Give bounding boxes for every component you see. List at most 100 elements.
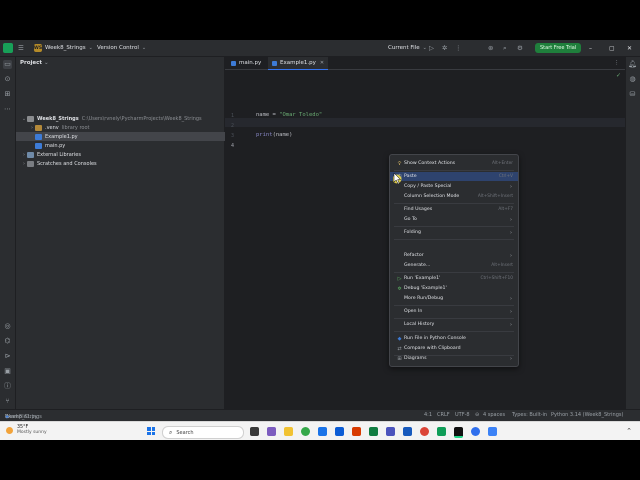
store-icon[interactable] bbox=[318, 427, 327, 436]
lock-icon[interactable]: ⊖ bbox=[475, 412, 479, 418]
menu-item-generate[interactable]: Generate... Alt+Insert bbox=[390, 261, 518, 270]
folder-icon bbox=[35, 124, 42, 131]
caret-position[interactable]: 4:1 bbox=[424, 412, 432, 418]
debug-icon[interactable]: ✲ bbox=[442, 40, 447, 56]
menu-item-label: Debug 'Example1' bbox=[404, 286, 447, 291]
maximize-icon[interactable]: ▢ bbox=[609, 40, 615, 56]
excel-icon[interactable] bbox=[369, 427, 378, 436]
status-bar: ▭ Week8_Strings › ◆ Example1.py 4:1 CRLF… bbox=[0, 409, 640, 421]
chevron-down-icon: ⌄ bbox=[422, 45, 427, 51]
taskbar-search[interactable]: ⌕ Search bbox=[162, 426, 244, 439]
python-console-icon[interactable]: ⌬ bbox=[3, 337, 12, 346]
project-widget[interactable]: WS Week8_Strings ⌄ bbox=[34, 40, 93, 56]
line-separator[interactable]: CRLF bbox=[437, 412, 450, 418]
menu-item-find-usages[interactable]: Find Usages Alt+F7 bbox=[390, 205, 518, 214]
run-icon[interactable]: ▷ bbox=[429, 40, 434, 56]
word-icon[interactable] bbox=[403, 427, 412, 436]
menu-item-go-to[interactable]: Go To › bbox=[390, 215, 518, 224]
menu-item-shortcut: Alt+Shift+Insert bbox=[477, 194, 513, 199]
terminal-icon[interactable]: ▣ bbox=[3, 367, 12, 376]
project-panel-header[interactable]: Project ⌄ bbox=[20, 60, 49, 66]
file-explorer-icon[interactable] bbox=[284, 427, 293, 436]
code-token: name = bbox=[256, 112, 280, 118]
menu-item-local-history[interactable]: Local History › bbox=[390, 320, 518, 329]
menu-item-run-in-python-console[interactable]: ◆ Run File in Python Console bbox=[390, 334, 518, 343]
minimize-icon[interactable]: – bbox=[589, 40, 592, 56]
app-icon[interactable] bbox=[488, 427, 497, 436]
search-icon[interactable]: ⌕ bbox=[503, 40, 507, 56]
inspection-ok-icon[interactable]: ✓ bbox=[616, 72, 621, 79]
notifications-icon[interactable]: 🔔︎ bbox=[628, 60, 637, 69]
tree-item-root[interactable]: ⌄ Week8_Strings C:\Users\rvnely\PycharmP… bbox=[16, 114, 229, 123]
structure-tool-icon[interactable]: ⊞ bbox=[3, 90, 12, 99]
tree-item-example1[interactable]: Example1.py bbox=[16, 132, 243, 141]
services-icon[interactable]: ⊳ bbox=[3, 352, 12, 361]
chrome-icon[interactable] bbox=[420, 427, 429, 436]
tree-item-external-libraries[interactable]: › External Libraries bbox=[16, 150, 229, 159]
task-view-icon[interactable] bbox=[250, 427, 259, 436]
copilot-icon[interactable] bbox=[267, 427, 276, 436]
tab-main-py[interactable]: main.py bbox=[227, 57, 265, 69]
python-packages-icon[interactable]: ◎ bbox=[3, 322, 12, 331]
sheets-icon[interactable] bbox=[437, 427, 446, 436]
edge-icon[interactable] bbox=[301, 427, 310, 436]
menu-item-copy-paste-special[interactable]: Copy / Paste Special › bbox=[390, 182, 518, 191]
menu-item-refactor[interactable]: Refactor › bbox=[390, 251, 518, 260]
tree-item-main[interactable]: main.py bbox=[16, 141, 243, 150]
menu-item-shortcut: Alt+F7 bbox=[498, 207, 513, 212]
compare-icon: ⇄ bbox=[397, 345, 402, 352]
project-tool-icon[interactable]: ▭ bbox=[3, 60, 12, 69]
main-menu-icon[interactable]: ☰ bbox=[18, 40, 24, 56]
commit-tool-icon[interactable]: ⊙ bbox=[3, 75, 12, 84]
close-icon[interactable]: ✕ bbox=[627, 40, 632, 56]
menu-separator bbox=[394, 331, 514, 332]
powerpoint-icon[interactable] bbox=[352, 427, 361, 436]
run-config-widget[interactable]: Current File ⌄ bbox=[388, 40, 427, 56]
tab-example1-py[interactable]: Example1.py ✕ bbox=[268, 57, 329, 70]
tab-options-icon[interactable]: ⋮ bbox=[610, 57, 624, 69]
tree-item-venv[interactable]: › .venv library root bbox=[16, 123, 237, 132]
file-encoding[interactable]: UTF-8 bbox=[455, 412, 470, 418]
ai-assistant-icon[interactable]: ⊛ bbox=[488, 40, 493, 56]
menu-item-show-context-actions[interactable]: 💡︎ Show Context Actions Alt+Enter bbox=[390, 159, 518, 168]
settings-gear-icon[interactable]: ⚙ bbox=[517, 40, 523, 56]
code-builtin: print bbox=[256, 132, 273, 138]
left-tool-strip: ▭ ⊙ ⊞ ⋯ ◎ ⌬ ⊳ ▣ ⓘ ⑂ bbox=[0, 57, 16, 440]
python-interpreter[interactable]: Python 3.14 (Week8_Strings) bbox=[551, 412, 623, 418]
pycharm-taskbar-icon[interactable] bbox=[454, 427, 463, 438]
zoom-icon[interactable] bbox=[471, 427, 480, 436]
more-icon[interactable]: ⋮ bbox=[455, 40, 462, 56]
git-icon[interactable]: ⑂ bbox=[3, 397, 12, 406]
menu-item-label: Diagrams bbox=[404, 356, 427, 361]
menu-separator bbox=[394, 272, 514, 273]
start-free-trial-button[interactable]: Start Free Trial bbox=[535, 43, 582, 53]
tray-expand-icon[interactable]: ⌃ bbox=[626, 427, 632, 435]
code-line-3[interactable]: print(name) bbox=[256, 132, 292, 138]
chevron-down-icon: ⌄ bbox=[88, 45, 93, 51]
teams-icon[interactable] bbox=[386, 427, 395, 436]
type-checker[interactable]: Types: Built-in bbox=[512, 412, 547, 418]
windows-start-icon[interactable] bbox=[147, 427, 155, 435]
menu-item-diagrams[interactable]: ⊞ Diagrams › bbox=[390, 354, 518, 363]
outlook-icon[interactable] bbox=[335, 427, 344, 436]
menu-item-run[interactable]: ▷ Run 'Example1' Ctrl+Shift+F10 bbox=[390, 274, 518, 283]
menu-item-compare-with-clipboard[interactable]: ⇄ Compare with Clipboard bbox=[390, 344, 518, 353]
weather-widget[interactable]: 35°F Mostly sunny bbox=[6, 425, 47, 435]
menu-item-debug[interactable]: ✲ Debug 'Example1' bbox=[390, 284, 518, 293]
vcs-widget[interactable]: Version Control ⌄ bbox=[97, 40, 146, 56]
code-line-1[interactable]: name = "Omar Toledo" bbox=[256, 112, 322, 118]
breadcrumb-file: Example1.py bbox=[5, 414, 38, 420]
ai-chat-icon[interactable]: ◍ bbox=[628, 75, 637, 84]
menu-item-open-in[interactable]: Open In › bbox=[390, 307, 518, 316]
more-tools-icon[interactable]: ⋯ bbox=[3, 105, 12, 114]
line-number: 3 bbox=[231, 133, 235, 139]
menu-item-more-run-debug[interactable]: More Run/Debug › bbox=[390, 294, 518, 303]
problems-icon[interactable]: ⓘ bbox=[3, 382, 12, 391]
tree-item-scratches[interactable]: › Scratches and Consoles bbox=[16, 159, 229, 168]
menu-item-folding[interactable]: Folding › bbox=[390, 228, 518, 237]
menu-item-column-selection-mode[interactable]: Column Selection Mode Alt+Shift+Insert bbox=[390, 192, 518, 201]
close-tab-icon[interactable]: ✕ bbox=[320, 60, 324, 66]
database-icon[interactable]: ⛁ bbox=[628, 90, 637, 99]
menu-item-paste[interactable]: 📋︎ Paste Ctrl+V bbox=[390, 172, 518, 181]
indent-setting[interactable]: 4 spaces bbox=[483, 412, 505, 418]
